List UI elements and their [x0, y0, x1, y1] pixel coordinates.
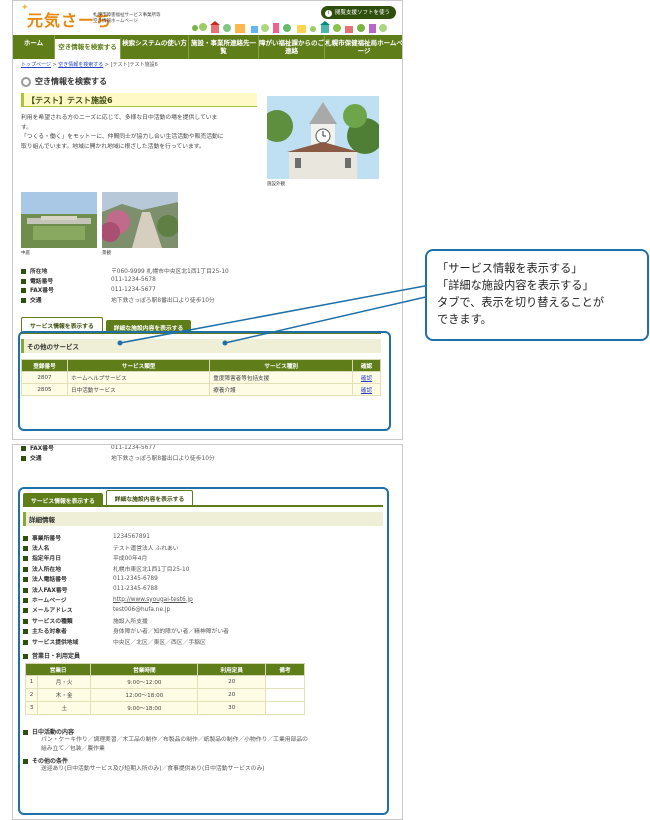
table-header: 営業日 営業時間 利用定員 備考	[24, 663, 305, 677]
activity-label: 日中活動の内容	[23, 727, 383, 736]
tab-detail-info[interactable]: 詳細な施設内容を表示する	[105, 490, 194, 505]
activity-text: パン・ケーキ作り／調理実習／木工品の制作／布製品の制作／紙製品の制作／小物作り／…	[41, 737, 308, 753]
tab-service-info[interactable]: サービス情報を表示する	[23, 493, 103, 505]
screenshot-detail-tab: FAX番号 011-1234-5677 交通 地下鉄さっぽろ駅8番出口より徒歩10分…	[12, 444, 403, 820]
homepage-link[interactable]: http://www.syougai-test6.jp	[113, 597, 193, 603]
facility-info-list-cont: FAX番号 011-1234-5677 交通 地下鉄さっぽろ駅8番出口より徒歩10分	[21, 445, 381, 463]
detail-office-no: 事業所番号 1234567891	[23, 532, 383, 542]
detail-corp-fax: 法人FAX番号 011-2345-6788	[23, 584, 383, 594]
info-fax: FAX番号 011-1234-5677	[21, 445, 381, 453]
detail-heading: 詳細情報	[23, 512, 383, 526]
detail-service-type: サービスの種類 施設入所支援	[23, 615, 383, 625]
detail-corp-name: 法人名 テスト運営法人 ふれあい	[23, 542, 383, 552]
tab-switch-callout: 「サービス情報を表示する」 「詳細な施設内容を表示する」 タブで、表示を切り替え…	[425, 249, 649, 341]
detail-designation-date: 指定年月日 平成00年4月	[23, 553, 383, 563]
detail-list: 事業所番号 1234567891 法人名 テスト運営法人 ふれあい 指定年月日 平成0…	[23, 532, 383, 646]
detail-target: 主たる対象者 身体障がい者／知的障がい者／精神障がい者	[23, 626, 383, 636]
detail-corp-tel: 法人電話番号 011-2345-6789	[23, 574, 383, 584]
table-row: 1 月・火 9:00〜12:00 20	[25, 675, 305, 690]
detail-email: メールアドレス test006@hufa.ne.jp	[23, 605, 383, 615]
table-row: 3 土 9:00〜18:00 30	[25, 701, 305, 716]
hours-label: 営業日・利用定員	[23, 651, 383, 660]
detail-area: サービス提供地域 中央区／北区／東区／西区／手稲区	[23, 636, 383, 646]
other-conditions-text: 送迎あり(日中活動サービス及び短期入所のみ)／食事提供あり(日中活動サービスのみ…	[41, 766, 265, 773]
tab-bar: サービス情報を表示する 詳細な施設内容を表示する	[23, 490, 383, 507]
hours-table: 営業日 営業時間 利用定員 備考 1 月・火 9:00〜12:00 20 2 木…	[24, 663, 305, 716]
detail-panel: サービス情報を表示する 詳細な施設内容を表示する 詳細情報 事業所番号 12345…	[23, 490, 383, 774]
info-access: 交通 地下鉄さっぽろ駅8番出口より徒歩10分	[21, 453, 381, 463]
table-row: 2 木・金 12:00〜18:00 20	[25, 688, 305, 703]
detail-homepage: ホームページ http://www.syougai-test6.jp	[23, 594, 383, 605]
other-conditions-label: その他の条件	[23, 756, 383, 765]
detail-corp-address: 法人所在地 札幌市東区北1西1丁目25-10	[23, 563, 383, 573]
